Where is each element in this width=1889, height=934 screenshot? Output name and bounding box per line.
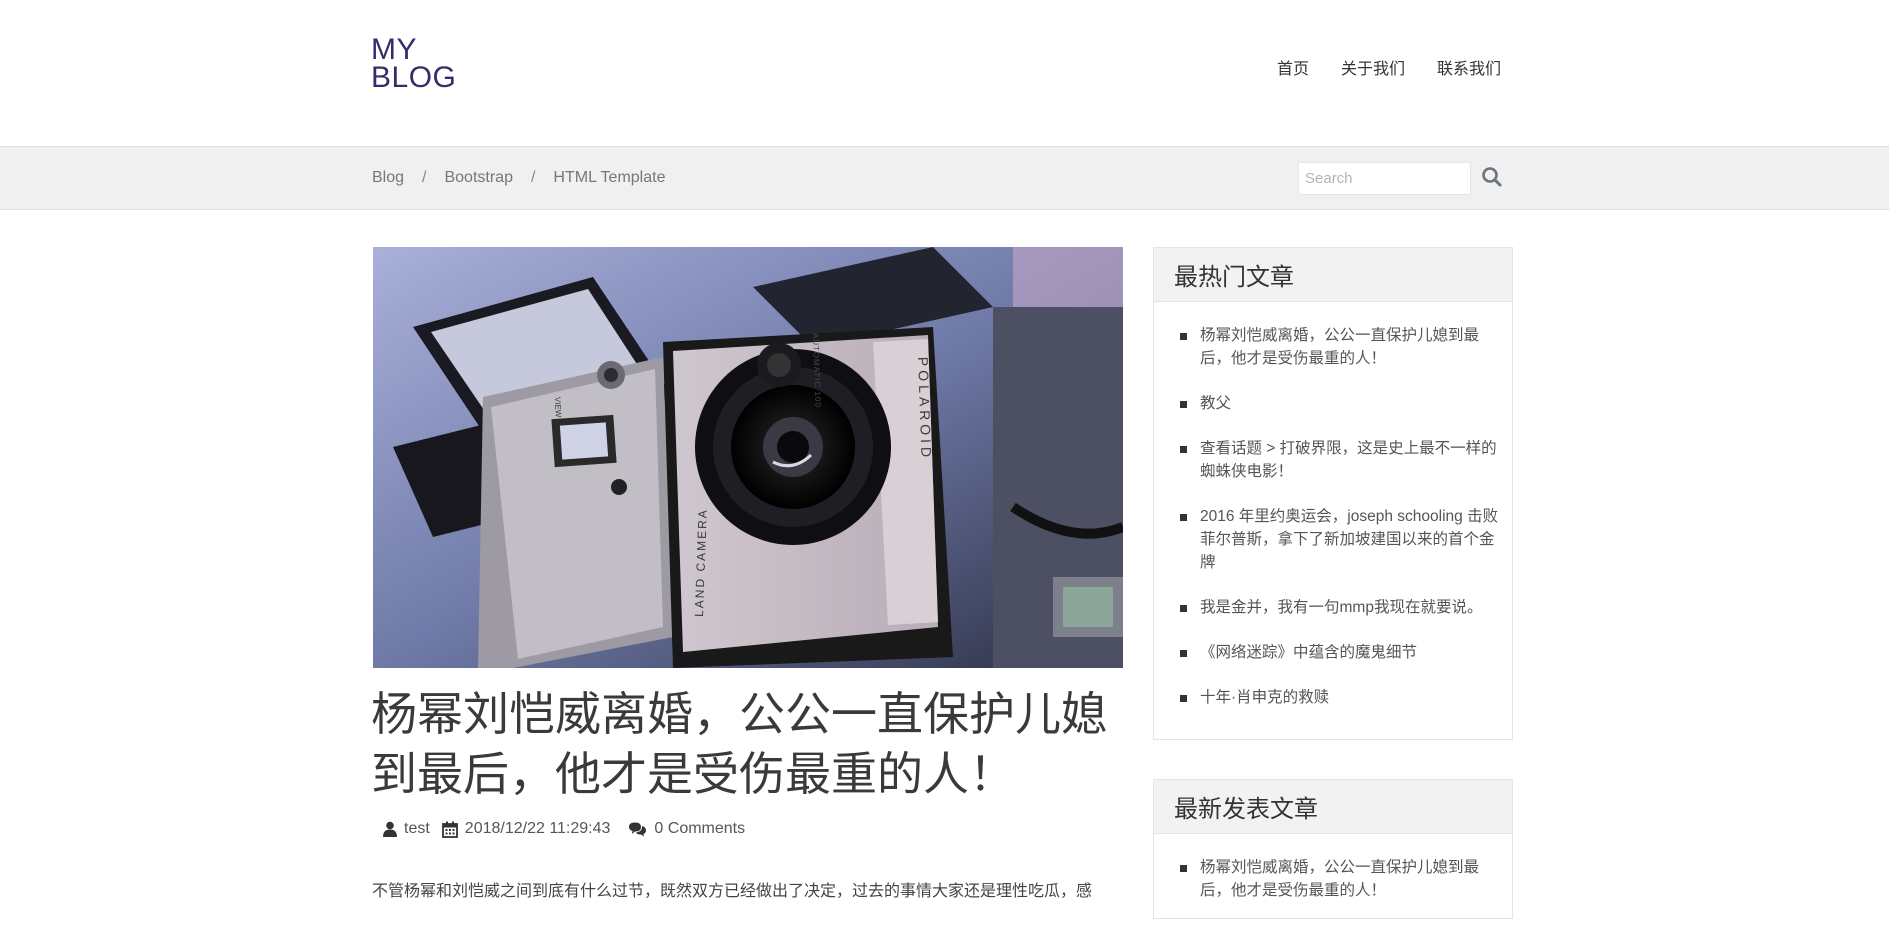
- post-excerpt: 不管杨幂和刘恺威之间到底有什么过节，既然双方已经做出了决定，过去的事情大家还是理…: [372, 883, 1093, 900]
- list-item[interactable]: 2016 年里约奥运会，joseph schooling 击败菲尔普斯，拿下了新…: [1180, 505, 1512, 574]
- hot-posts-title: 最热门文章: [1154, 248, 1512, 302]
- latest-posts-title: 最新发表文章: [1154, 780, 1512, 834]
- user-icon: [383, 821, 397, 837]
- breadcrumb-bootstrap[interactable]: Bootstrap: [444, 169, 512, 187]
- list-item[interactable]: 查看话题 > 打破界限，这是史上最不一样的蜘蛛侠电影！: [1180, 437, 1512, 483]
- search-icon[interactable]: [1480, 165, 1504, 189]
- nav-home[interactable]: 首页: [1277, 55, 1309, 79]
- site-header: MY BLOG 首页 关于我们 联系我们: [0, 0, 1889, 146]
- post-date: 2018/12/22 11:29:43: [441, 820, 611, 838]
- latest-posts-list: 杨幂刘恺威离婚，公公一直保护儿媳到最后，他才是受伤最重的人！: [1154, 834, 1512, 934]
- site-logo[interactable]: MY BLOG: [371, 33, 457, 94]
- list-item[interactable]: 杨幂刘恺威离婚，公公一直保护儿媳到最后，他才是受伤最重的人！: [1180, 856, 1512, 902]
- post-author-name: test: [404, 820, 430, 837]
- comments-icon: [629, 822, 647, 837]
- breadcrumb-separator: /: [422, 169, 427, 186]
- post-author[interactable]: test: [383, 820, 430, 838]
- breadcrumb: Blog / Bootstrap / HTML Template: [372, 169, 665, 187]
- main-nav: 首页 关于我们 联系我们: [1277, 55, 1501, 79]
- search-input[interactable]: [1298, 162, 1471, 195]
- nav-about[interactable]: 关于我们: [1341, 55, 1405, 79]
- breadcrumb-bar: Blog / Bootstrap / HTML Template: [0, 146, 1889, 210]
- post-featured-image[interactable]: POLAROID LAND CAMERA AUTOMATIC 100 VIEW: [373, 247, 1123, 668]
- post-comments[interactable]: 0 Comments: [628, 820, 745, 838]
- camera-photo: POLAROID LAND CAMERA AUTOMATIC 100 VIEW: [373, 247, 1123, 668]
- list-item[interactable]: 教父: [1180, 392, 1512, 415]
- hot-posts-list: 杨幂刘恺威离婚，公公一直保护儿媳到最后，他才是受伤最重的人！ 教父 查看话题 >…: [1154, 302, 1512, 741]
- post-title[interactable]: 杨幂刘恺威离婚，公公一直保护儿媳到最后，他才是受伤最重的人！: [371, 684, 1121, 804]
- list-item[interactable]: 杨幂刘恺威离婚，公公一直保护儿媳到最后，他才是受伤最重的人！: [1180, 324, 1512, 370]
- latest-posts-widget: 最新发表文章 杨幂刘恺威离婚，公公一直保护儿媳到最后，他才是受伤最重的人！: [1153, 779, 1513, 919]
- hot-posts-widget: 最热门文章 杨幂刘恺威离婚，公公一直保护儿媳到最后，他才是受伤最重的人！ 教父 …: [1153, 247, 1513, 740]
- logo-line-1: MY: [371, 33, 417, 66]
- post-comments-text: 0 Comments: [654, 820, 746, 837]
- logo-line-2: BLOG: [371, 61, 457, 94]
- list-item[interactable]: 十年·肖申克的救赎: [1180, 686, 1512, 709]
- calendar-icon: [441, 821, 458, 838]
- post-meta: test 2018/12/22 11:29:43 0 Comments: [383, 820, 763, 838]
- list-item[interactable]: 《网络迷踪》中蕴含的魔鬼细节: [1180, 641, 1512, 664]
- camera-view-text: VIEW: [553, 397, 563, 418]
- nav-contact[interactable]: 联系我们: [1437, 55, 1501, 79]
- list-item[interactable]: 我是金并，我有一句mmp我现在就要说。: [1180, 596, 1512, 619]
- breadcrumb-blog[interactable]: Blog: [372, 169, 404, 187]
- breadcrumb-html-template[interactable]: HTML Template: [553, 169, 665, 187]
- post-date-text: 2018/12/22 11:29:43: [464, 820, 611, 837]
- breadcrumb-separator: /: [530, 169, 536, 186]
